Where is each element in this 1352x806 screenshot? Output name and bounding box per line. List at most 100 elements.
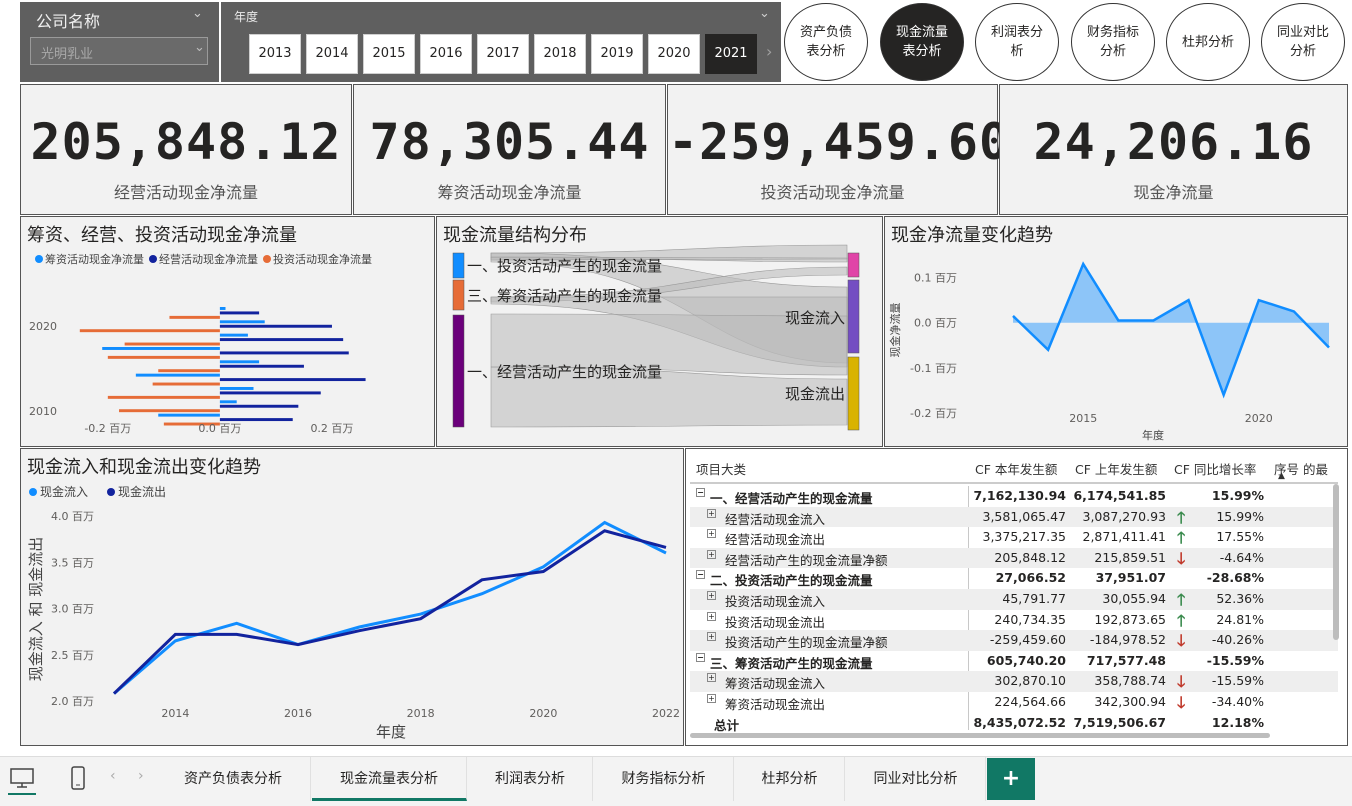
nav-button-1[interactable]: 现金流量 表分析 [880,3,964,81]
table-row[interactable]: + 经营活动产生的现金流量净额 205,848.12 215,859.51 🡓 -4.64… [690,547,1338,569]
table-row[interactable]: + 投资活动现金流出 240,734.35 192,873.65 🡑 24.81% [690,610,1338,631]
series-line-1[interactable] [112,529,667,695]
column-header[interactable]: CF 同比增长率 [1174,459,1256,478]
chevron-down-icon[interactable]: ⌄ [759,6,770,21]
bar[interactable] [169,315,220,319]
table-row[interactable]: + 投资活动现金流入 45,791.77 30,055.94 🡑 52.36% [690,589,1338,610]
year-button-2013[interactable]: 2013 [249,34,301,74]
table-row[interactable]: − 三、筹资活动产生的现金流量 605,740.20 717,577.48 -15.59… [690,651,1338,672]
table-hscrollbar[interactable] [690,733,1270,738]
bar[interactable] [219,364,304,368]
sankey-node-in[interactable] [847,279,860,354]
table-row[interactable]: + 筹资活动现金流出 224,564.66 342,300.94 🡓 -34.40% [690,692,1338,713]
expand-icon[interactable]: + [707,611,716,621]
page-tab[interactable]: 财务指标分析 [594,757,734,801]
expand-icon[interactable]: + [707,673,716,683]
table-row[interactable]: − 二、投资活动产生的现金流量 27,066.52 37,951.07 -28.68% [690,568,1338,589]
bar[interactable] [107,395,220,399]
year-button-2018[interactable]: 2018 [534,34,586,74]
bar[interactable] [219,378,366,382]
bar[interactable] [135,373,220,377]
nav-button-5[interactable]: 同业对比 分析 [1261,3,1345,81]
year-button-2021[interactable]: 2021 [705,34,757,74]
expand-icon[interactable]: + [707,632,716,642]
table-row[interactable]: − 一、经营活动产生的现金流量 7,162,130.94 6,174,541.85 15… [690,486,1338,507]
expand-icon[interactable]: + [707,508,716,518]
desktop-view-icon[interactable] [8,765,36,795]
page-tab[interactable]: 现金流量表分析 [312,757,467,801]
bar[interactable] [219,387,254,390]
collapse-icon[interactable]: − [696,488,705,497]
bar[interactable] [219,404,299,408]
year-slicer: 年度 ⌄ › 2013 2014 2015 2016 2017 2018 2019 2020 2… [221,2,781,82]
prev-page-icon[interactable]: ‹ [110,768,116,784]
year-button-2019[interactable]: 2019 [591,34,643,74]
year-button-2016[interactable]: 2016 [420,34,472,74]
table-row[interactable]: + 筹资活动现金流入 302,870.10 358,788.74 🡓 -15.59% [690,671,1338,692]
year-button-2015[interactable]: 2015 [363,34,415,74]
nav-button-2[interactable]: 利润表分析 [975,3,1059,81]
bar[interactable] [219,400,237,404]
page-tab[interactable]: 同业对比分析 [846,757,986,801]
column-header[interactable]: 项目大类 [696,459,746,478]
table-row[interactable]: + 经营活动现金流出 3,375,217.35 2,871,411.41 🡑 17.55% [690,527,1338,548]
series-line-0[interactable] [113,520,667,695]
company-select[interactable]: 光明乳业 [30,37,208,65]
table-row[interactable]: + 投资活动产生的现金流量净额 -259,459.60 -184,978.52 🡓 -40… [690,630,1338,651]
bar[interactable] [219,338,344,342]
bar[interactable] [79,329,220,333]
bar[interactable] [219,324,332,328]
nav-button-4[interactable]: 杜邦分析 [1166,3,1250,81]
column-header[interactable]: CF 上年发生额 [1075,459,1157,478]
bar-chart: 2020 2010 -0.2 百万 0.0 百万 0.2 百万 [29,307,366,435]
inout-line-chart: 现金流入 现金流出 4.0 百万 3.5 百万 3.0 百万 2.5 百万 2.0 百万 20… [27,484,680,741]
bar[interactable] [219,320,265,324]
year-button-2020[interactable]: 2020 [648,34,700,74]
collapse-icon[interactable]: − [696,570,705,580]
expand-icon[interactable]: + [707,529,716,539]
column-header[interactable]: CF 本年发生额 [975,459,1057,478]
bar[interactable] [107,355,220,359]
table-row[interactable]: + 经营活动现金流入 3,581,065.47 3,087,270.93 🡑 15.99% [690,506,1338,528]
nav-button-3[interactable]: 财务指标 分析 [1071,3,1155,81]
y-tick-label: 3.5 百万 [51,556,94,569]
bar[interactable] [124,342,220,346]
sankey-node-finance[interactable] [452,279,465,311]
add-page-button[interactable]: + [987,758,1035,800]
bar[interactable] [119,409,220,413]
bar[interactable] [219,333,248,337]
sankey-node-invest[interactable] [452,252,465,279]
collapse-icon[interactable]: − [696,652,705,662]
bar[interactable] [158,369,220,373]
next-page-icon[interactable]: › [138,768,144,784]
table-scrollbar[interactable] [1333,484,1339,640]
bar[interactable] [102,347,220,350]
mobile-view-icon[interactable] [68,765,88,795]
sort-asc-icon[interactable]: ▲ [1278,471,1285,481]
page-tab[interactable]: 利润表分析 [468,757,593,801]
nav-button-0[interactable]: 资产负债 表分析 [784,3,868,81]
cell-current: 3,581,065.47 [982,508,1067,524]
year-button-2014[interactable]: 2014 [306,34,358,74]
bar[interactable] [219,311,260,315]
expand-icon[interactable]: + [707,549,716,559]
chevron-down-icon[interactable]: ⌄ [192,6,203,21]
bar[interactable] [219,351,349,355]
page-tab[interactable]: 杜邦分析 [735,757,845,801]
sankey-node-top[interactable] [847,252,860,278]
net-line[interactable] [1012,261,1330,399]
bar[interactable] [219,307,226,310]
expand-icon[interactable]: + [707,694,716,703]
year-button-2017[interactable]: 2017 [477,34,529,74]
kpi-label: 投资活动现金净流量 [760,183,905,202]
bar[interactable] [152,382,220,386]
bar[interactable] [219,418,293,422]
bar[interactable] [158,413,220,417]
bar[interactable] [219,360,260,364]
sankey-node-oper[interactable] [452,314,465,428]
expand-icon[interactable]: + [707,591,716,600]
scroll-right-icon[interactable]: › [766,42,772,61]
sankey-node-out[interactable] [847,356,860,431]
bar[interactable] [219,391,321,395]
page-tab[interactable]: 资产负债表分析 [156,757,311,801]
